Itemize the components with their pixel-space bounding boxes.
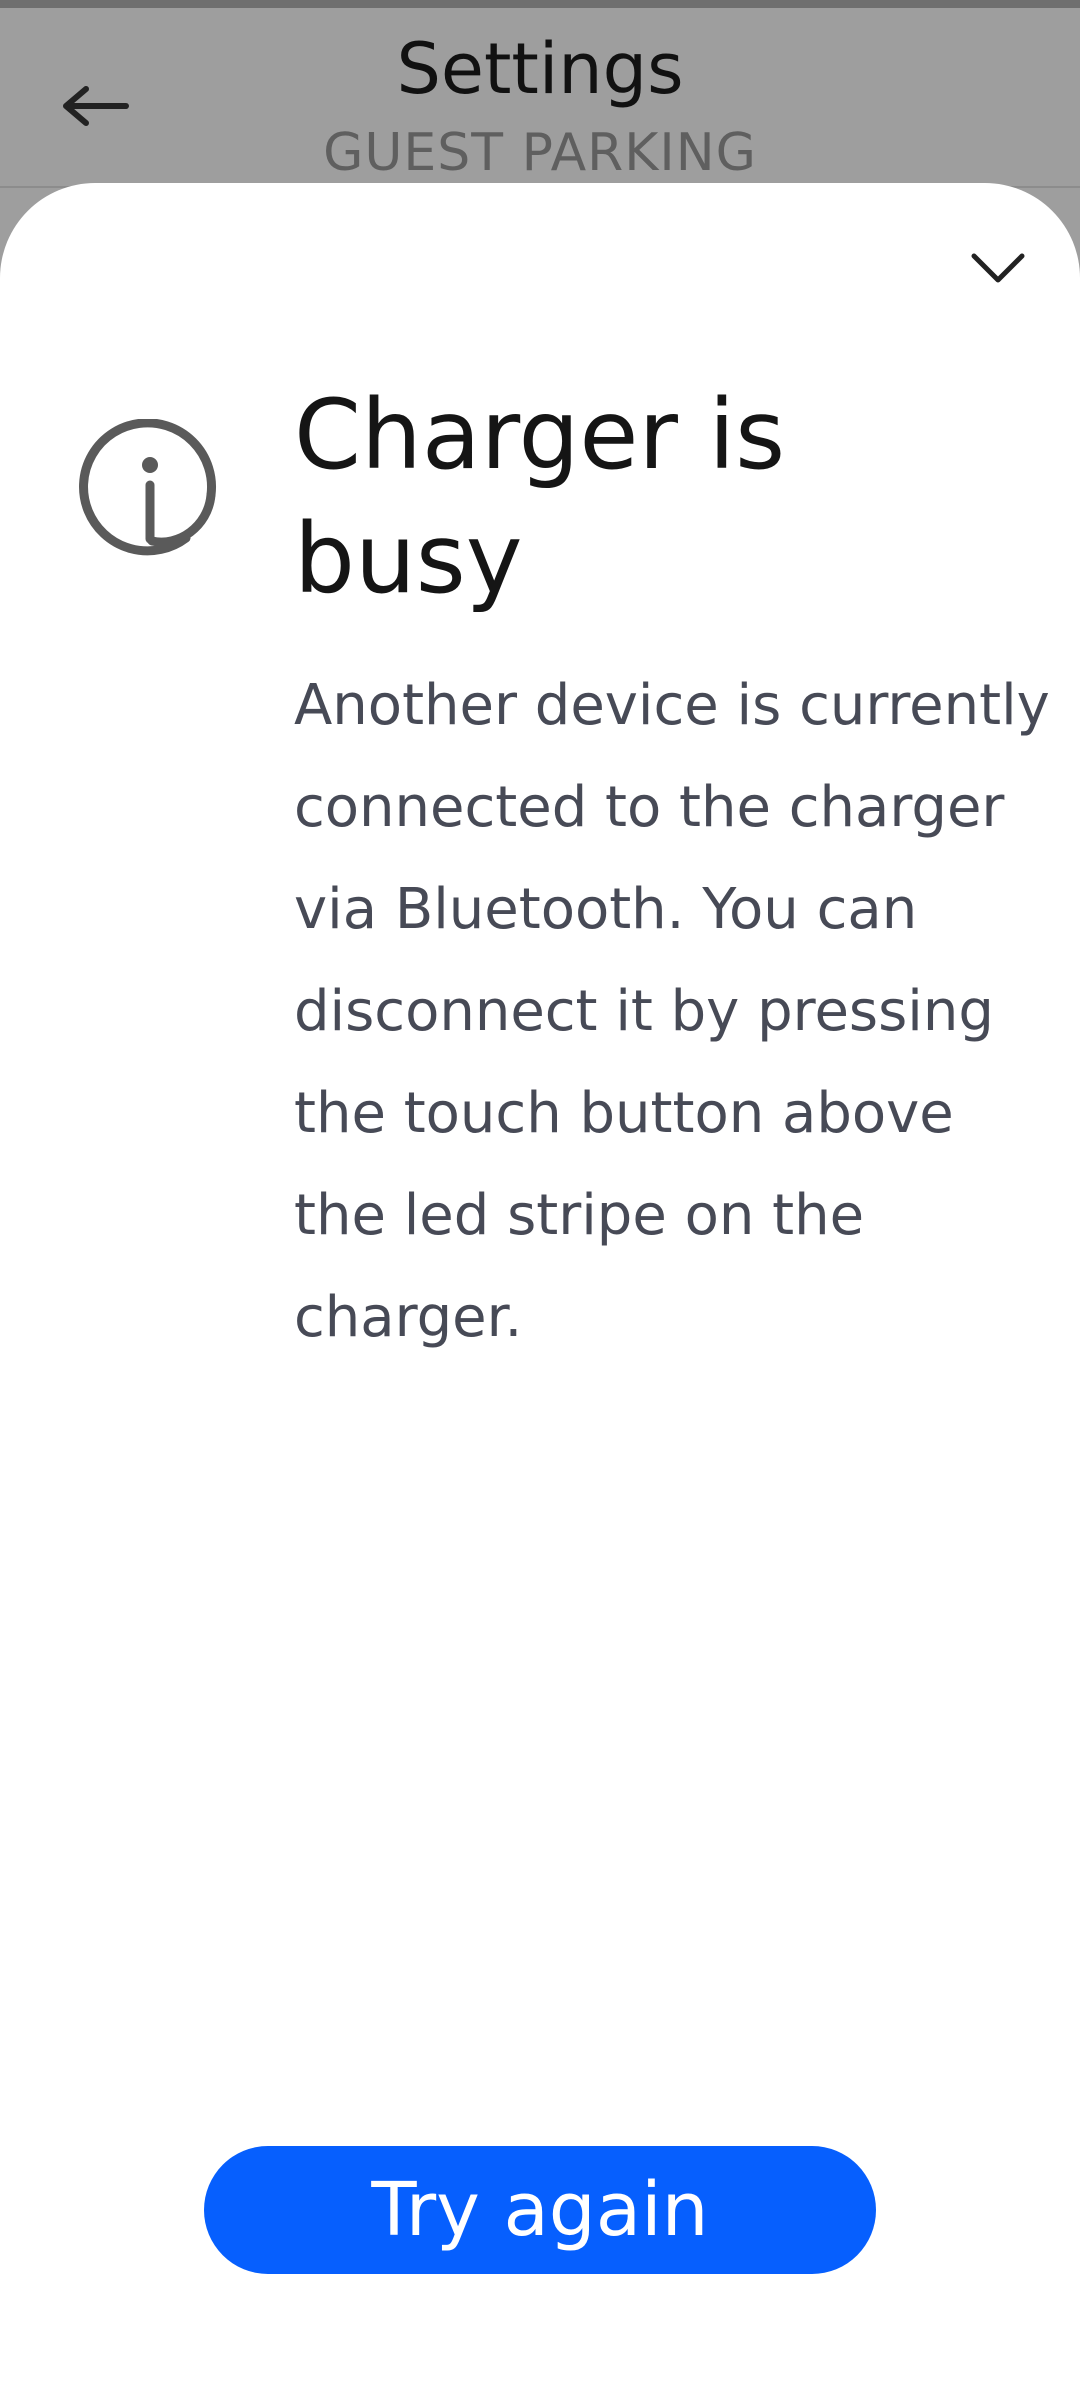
info-icon <box>79 419 216 556</box>
bottom-sheet: Charger is busy Another device is curren… <box>0 183 1080 2388</box>
dialog-message: Another device is currently connected to… <box>294 673 1050 1350</box>
dialog-title: Charger is busy <box>294 379 786 615</box>
chevron-down-icon <box>971 253 1025 283</box>
status-bar-strip <box>0 0 1080 8</box>
page-title: Settings <box>396 28 684 110</box>
collapse-sheet-button[interactable] <box>960 238 1036 298</box>
app-header: Settings GUEST PARKING <box>0 8 1080 188</box>
page-subtitle: GUEST PARKING <box>323 123 757 183</box>
try-again-button[interactable]: Try again <box>204 2146 876 2274</box>
